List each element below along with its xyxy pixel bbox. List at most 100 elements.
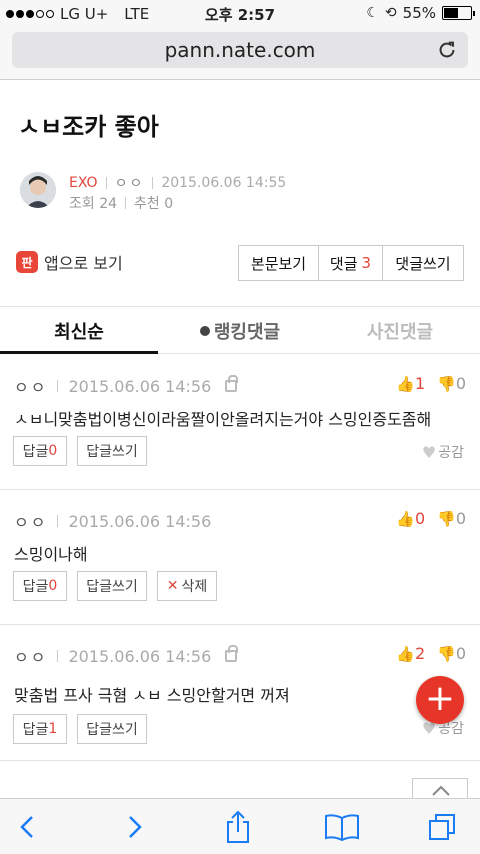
comment-nickname: ㅇㅇ bbox=[14, 648, 48, 667]
divider bbox=[57, 650, 59, 662]
comment-text: ㅅㅂ니맞춤법이병신이라움짤이안올려지는거야 스밍인증도좀해 bbox=[14, 410, 432, 429]
upvote-button[interactable]: 👍0 bbox=[396, 509, 425, 528]
status-bar: LG U+ LTE 오후 2:57 ☾ ⟲ 55% bbox=[0, 0, 480, 28]
reply-count-button[interactable]: 답글 0 bbox=[13, 571, 67, 601]
upvote-button[interactable]: 👍1 bbox=[396, 374, 425, 393]
status-right: ☾ ⟲ 55% bbox=[366, 4, 475, 22]
thumbs-down-icon: 👎 bbox=[437, 510, 456, 528]
reply-label: 답글 bbox=[22, 579, 49, 595]
upvote-count: 2 bbox=[414, 644, 426, 663]
browser-address-area: pann.nate.com bbox=[0, 28, 480, 80]
comment-actions: 답글 0 답글쓰기 bbox=[13, 436, 147, 466]
recommend-count: 추천 0 bbox=[134, 196, 174, 212]
comment-actions: 답글 1 답글쓰기 bbox=[13, 714, 147, 744]
comments-label: 댓글 bbox=[329, 254, 358, 273]
reply-count: 0 bbox=[48, 443, 58, 459]
comment-votes: 👍2 👎0 bbox=[396, 644, 466, 663]
downvote-button[interactable]: 👎0 bbox=[437, 644, 466, 663]
comment-nickname: ㅇㅇ bbox=[14, 378, 48, 397]
divider bbox=[105, 177, 107, 189]
divider bbox=[57, 515, 59, 527]
lock-icon bbox=[225, 645, 239, 662]
comment-date: 2015.06.06 14:56 bbox=[68, 376, 212, 396]
book-icon bbox=[325, 814, 359, 842]
divider bbox=[152, 177, 154, 189]
comment-nickname: ㅇㅇ bbox=[14, 513, 48, 532]
add-button[interactable]: + bbox=[416, 676, 464, 724]
share-icon bbox=[227, 810, 249, 843]
post-meta-line1: EXO ㅇㅇ 2015.06.06 14:55 bbox=[69, 173, 286, 193]
write-comment-button[interactable]: 댓글쓰기 bbox=[383, 246, 463, 280]
downvote-count: 0 bbox=[455, 644, 466, 663]
downvote-count: 0 bbox=[455, 374, 466, 393]
active-tab-indicator bbox=[0, 351, 158, 354]
bookmarks-button[interactable] bbox=[324, 809, 360, 845]
write-reply-button[interactable]: 답글쓰기 bbox=[77, 571, 147, 601]
thumbs-up-icon: 👍 bbox=[396, 645, 415, 663]
upvote-count: 0 bbox=[414, 509, 426, 528]
back-button[interactable] bbox=[10, 809, 46, 845]
comment-votes: 👍0 👎0 bbox=[396, 509, 466, 528]
post-datetime: 2015.06.06 14:55 bbox=[161, 175, 287, 191]
comment-meta: ㅇㅇ 2015.06.06 14:56 bbox=[14, 374, 239, 398]
reply-count-button[interactable]: 답글 0 bbox=[13, 436, 67, 466]
post-title: ㅅㅂ조카 좋아 bbox=[18, 113, 159, 141]
downvote-button[interactable]: 👎0 bbox=[437, 509, 466, 528]
tab-photo[interactable]: 사진댓글 bbox=[320, 318, 480, 344]
scroll-to-top-button[interactable] bbox=[412, 778, 468, 800]
view-body-button[interactable]: 본문보기 bbox=[239, 246, 319, 280]
comments-button[interactable]: 댓글 3 bbox=[319, 246, 383, 280]
moon-icon: ☾ bbox=[366, 5, 379, 21]
downvote-count: 0 bbox=[455, 509, 466, 528]
post-action-buttons: 본문보기 댓글 3 댓글쓰기 bbox=[238, 245, 464, 281]
url-text[interactable]: pann.nate.com bbox=[12, 38, 468, 62]
reply-count: 1 bbox=[48, 721, 58, 737]
share-button[interactable] bbox=[220, 809, 256, 845]
avatar-image bbox=[20, 172, 56, 208]
upvote-button[interactable]: 👍2 bbox=[396, 644, 425, 663]
view-count: 조회 24 bbox=[69, 196, 118, 212]
comment-divider bbox=[0, 760, 480, 761]
forward-button[interactable] bbox=[116, 809, 152, 845]
delete-button[interactable]: ✕ 삭제 bbox=[157, 571, 217, 601]
delete-label: 삭제 bbox=[181, 579, 208, 595]
battery-icon bbox=[442, 6, 475, 20]
tabs-button[interactable] bbox=[424, 809, 460, 845]
comment-meta: ㅇㅇ 2015.06.06 14:56 bbox=[14, 509, 211, 533]
divider bbox=[125, 197, 127, 209]
reload-icon[interactable] bbox=[436, 39, 458, 61]
close-icon: ✕ bbox=[166, 578, 179, 594]
open-in-app-label: 앱으로 보기 bbox=[44, 254, 123, 273]
like-button[interactable]: ♥ 공감 bbox=[422, 442, 464, 462]
lock-icon bbox=[225, 375, 239, 392]
tab-latest[interactable]: 최신순 bbox=[0, 318, 158, 344]
heart-icon: ♥ bbox=[421, 442, 437, 462]
comment-text: 맞춤법 프사 극혐 ㅅㅂ 스밍안할거면 꺼져 bbox=[14, 686, 290, 705]
chevron-right-icon bbox=[129, 816, 142, 838]
open-in-app-button[interactable]: 판 앱으로 보기 bbox=[16, 250, 123, 274]
author-name[interactable]: EXO bbox=[69, 175, 98, 191]
downvote-button[interactable]: 👎0 bbox=[437, 374, 466, 393]
reply-label: 답글 bbox=[22, 444, 49, 460]
reply-count: 0 bbox=[48, 578, 58, 594]
section-divider bbox=[0, 306, 480, 307]
write-reply-button[interactable]: 답글쓰기 bbox=[77, 714, 147, 744]
comment-date: 2015.06.06 14:56 bbox=[68, 511, 212, 531]
avatar[interactable] bbox=[20, 172, 56, 208]
tab-ranking[interactable]: 랭킹댓글 bbox=[160, 318, 320, 344]
comment-text: 스밍이나해 bbox=[14, 545, 88, 564]
upvote-count: 1 bbox=[414, 374, 426, 393]
post-meta-line2: 조회 24 추천 0 bbox=[69, 193, 173, 213]
reply-count-button[interactable]: 답글 1 bbox=[13, 714, 67, 744]
comment-meta: ㅇㅇ 2015.06.06 14:56 bbox=[14, 644, 239, 668]
battery-fill bbox=[444, 8, 459, 18]
thumbs-up-icon: 👍 bbox=[396, 375, 415, 393]
comment-divider bbox=[0, 624, 480, 625]
reply-label: 답글 bbox=[22, 722, 49, 738]
ranking-badge-icon bbox=[199, 326, 210, 336]
write-reply-button[interactable]: 답글쓰기 bbox=[77, 436, 147, 466]
address-bar[interactable]: pann.nate.com bbox=[12, 32, 468, 68]
comment-votes: 👍1 👎0 bbox=[396, 374, 466, 393]
divider bbox=[57, 380, 59, 392]
battery-percent: 55% bbox=[402, 4, 436, 22]
